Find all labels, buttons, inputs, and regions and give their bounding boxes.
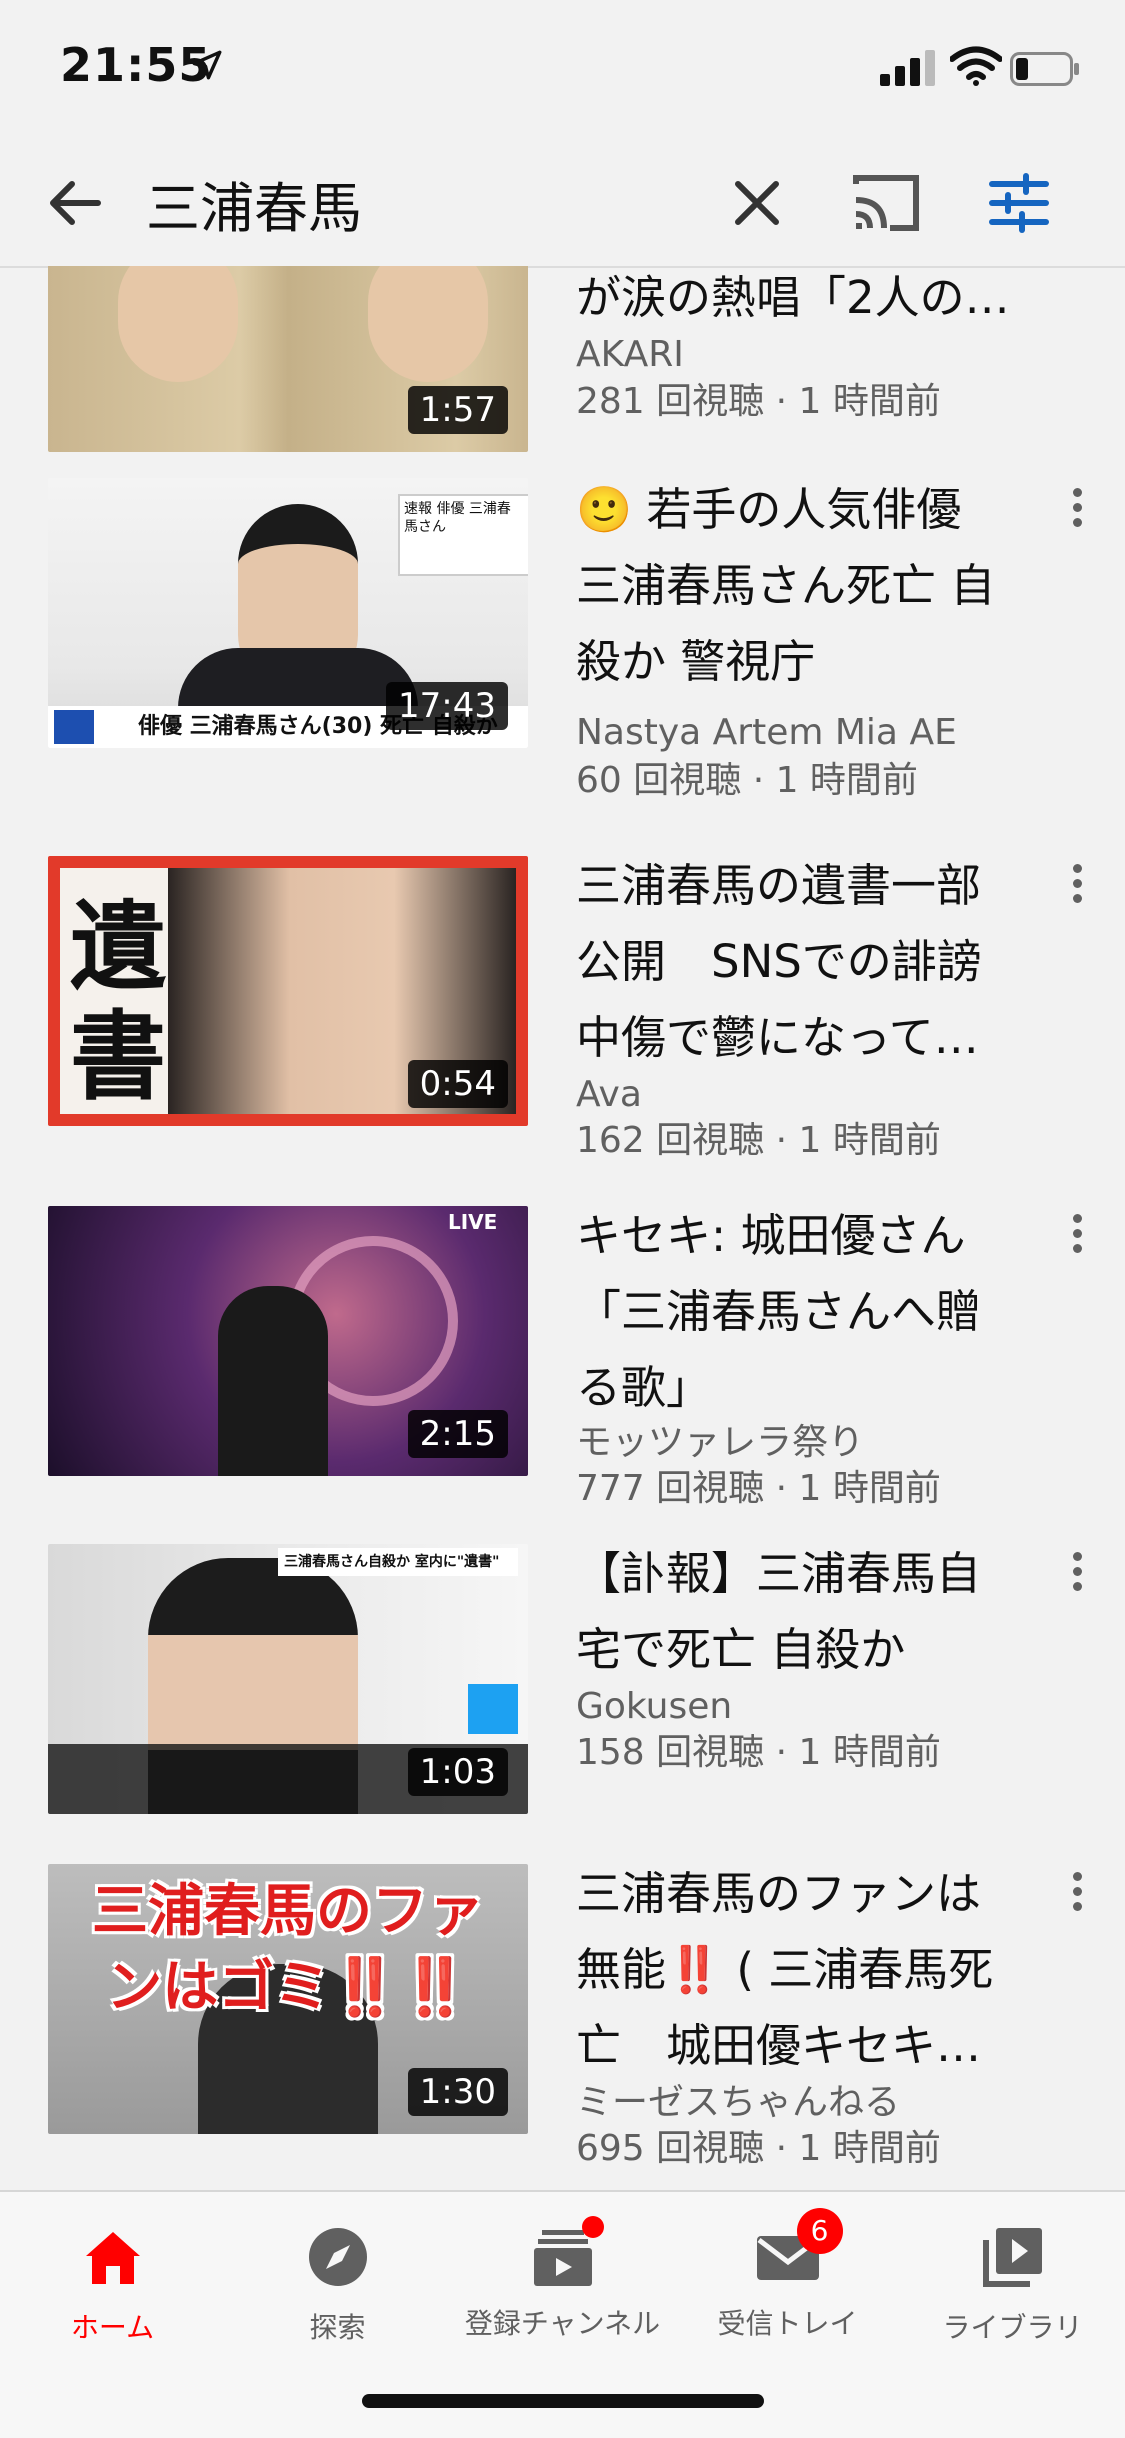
nav-home[interactable]: ホーム — [0, 2222, 225, 2346]
more-options-icon[interactable] — [1062, 1208, 1092, 1268]
nav-inbox[interactable]: 6 受信トレイ — [675, 2208, 900, 2342]
search-query-text[interactable]: 三浦春馬 — [146, 164, 362, 243]
video-title: が涙の熱唱「2人の… — [576, 271, 1010, 324]
video-meta: 281 回視聴 · 1 時間前 — [576, 381, 941, 422]
thumb-figure — [118, 266, 238, 382]
thumb-figure — [368, 266, 488, 382]
video-thumbnail[interactable]: 遺書 0:54 — [48, 856, 528, 1126]
video-meta: 695 回視聴 · 1 時間前 — [576, 2128, 941, 2169]
subscriptions-icon-wrap — [528, 2216, 604, 2292]
thumb-figure — [218, 1286, 328, 1476]
video-result[interactable]: 三浦春馬さん自殺か 室内に"遺書" 1:03 【訃報】三浦春馬自 宅で死亡 自殺… — [0, 1544, 1125, 1844]
video-duration: 1:30 — [407, 2068, 508, 2116]
video-duration: 1:57 — [407, 386, 508, 434]
status-time: 21:55 — [60, 38, 212, 92]
library-icon — [982, 2228, 1042, 2287]
nav-library-label: ライブラリ — [942, 2311, 1083, 2344]
video-title: 三浦春馬のファンは 無能‼️ ( 三浦春馬死 亡 城田優キセキ… — [576, 1867, 994, 2072]
more-options-icon[interactable] — [1062, 1546, 1092, 1606]
video-thumbnail[interactable]: 三浦春馬さん自殺か 室内に"遺書" 1:03 — [48, 1544, 528, 1814]
nav-home-label: ホーム — [70, 2311, 155, 2344]
video-title: 三浦春馬の遺書一部 公開 SNSでの誹謗 中傷で鬱になって… — [576, 859, 982, 1064]
video-thumbnail[interactable]: LIVE 2:15 — [48, 1206, 528, 1476]
twitter-logo — [468, 1684, 518, 1734]
status-bar: 21:55 — [0, 0, 1125, 140]
location-arrow-icon — [192, 50, 222, 80]
video-meta: 60 回視聴 · 1 時間前 — [576, 760, 918, 801]
battery-icon — [1010, 52, 1079, 86]
more-options-icon[interactable] — [1062, 1866, 1092, 1926]
video-meta: 162 回視聴 · 1 時間前 — [576, 1120, 941, 1161]
nav-explore-label: 探索 — [309, 2311, 366, 2344]
video-channel: Ava — [576, 1074, 642, 1115]
video-duration: 2:15 — [407, 1410, 508, 1458]
back-arrow-icon[interactable] — [40, 168, 110, 238]
search-header: 三浦春馬 — [0, 140, 1125, 268]
thumb-headline: 三浦春馬のファンはゴミ‼️‼️ — [92, 1879, 484, 2020]
video-result[interactable]: LIVE 2:15 キセキ: 城田優さん 「三浦春馬さんへ贈 る歌」 モッツァレ… — [0, 1206, 1125, 1546]
nav-subscriptions[interactable]: 登録チャンネル — [450, 2216, 675, 2342]
video-channel: Gokusen — [576, 1686, 733, 1727]
video-channel: モッツァレラ祭り — [576, 1422, 865, 1463]
video-thumbnail[interactable]: 1:57 — [48, 266, 528, 452]
video-channel: ミーゼスちゃんねる — [576, 2082, 901, 2123]
video-result[interactable]: 1:57 が涙の熱唱「2人の… AKARI 281 回視聴 · 1 時間前 — [0, 266, 1125, 452]
video-meta: 777 回視聴 · 1 時間前 — [576, 1468, 941, 1509]
wifi-icon — [950, 46, 1002, 86]
nav-inbox-label: 受信トレイ — [717, 2307, 858, 2340]
nav-library[interactable]: ライブラリ — [900, 2222, 1125, 2346]
video-channel: Nastya Artem Mia AE — [576, 712, 957, 753]
video-thumbnail[interactable]: 速報 俳優 三浦春馬さん 俳優 三浦春馬さん(30) 死亡 自殺か 17:43 — [48, 478, 528, 748]
video-result[interactable]: 遺書 0:54 三浦春馬の遺書一部 公開 SNSでの誹謗 中傷で鬱になって… A… — [0, 856, 1125, 1196]
more-options-icon[interactable] — [1062, 858, 1092, 918]
clear-search-icon[interactable] — [724, 170, 790, 236]
video-title: キセキ: 城田優さん 「三浦春馬さんへ贈 る歌」 — [576, 1209, 982, 1414]
video-title: 🙂 若手の人気俳優 三浦春馬さん死亡 自 殺か 警視庁 — [576, 483, 996, 688]
video-thumbnail[interactable]: 三浦春馬のファンはゴミ‼️‼️ 1:30 — [48, 1864, 528, 2134]
home-icon — [85, 2232, 140, 2284]
new-content-dot — [581, 2216, 604, 2238]
nav-subscriptions-label: 登録チャンネル — [464, 2307, 661, 2340]
video-result[interactable]: 三浦春馬のファンはゴミ‼️‼️ 1:30 三浦春馬のファンは 無能‼️ ( 三浦… — [0, 1864, 1125, 2184]
more-options-icon[interactable] — [1062, 482, 1092, 542]
search-results-list[interactable]: 1:57 が涙の熱唱「2人の… AKARI 281 回視聴 · 1 時間前 速報… — [0, 266, 1125, 2190]
thumb-headline: 三浦春馬さん自殺か 室内に"遺書" — [278, 1548, 518, 1576]
thumb-caption-box: 速報 俳優 三浦春馬さん — [398, 494, 528, 576]
cellular-signal-icon — [880, 50, 935, 86]
video-meta: 158 回視聴 · 1 時間前 — [576, 1732, 941, 1773]
video-result[interactable]: 速報 俳優 三浦春馬さん 俳優 三浦春馬さん(30) 死亡 自殺か 17:43 … — [0, 478, 1125, 818]
video-title: 【訃報】三浦春馬自 宅で死亡 自殺か — [576, 1547, 982, 1676]
video-duration: 0:54 — [407, 1060, 508, 1108]
inbox-icon-wrap: 6 — [753, 2208, 843, 2292]
home-indicator — [362, 2394, 764, 2408]
video-duration: 1:03 — [407, 1748, 508, 1796]
nav-explore[interactable]: 探索 — [225, 2222, 450, 2346]
filter-icon[interactable] — [986, 170, 1052, 236]
news-logo — [54, 710, 94, 744]
inbox-badge: 6 — [796, 2208, 843, 2254]
cast-icon[interactable] — [850, 170, 922, 236]
video-channel: AKARI — [576, 334, 684, 375]
compass-icon — [308, 2228, 367, 2286]
video-duration: 17:43 — [386, 682, 508, 730]
thumb-headline: 遺書 — [70, 890, 166, 1113]
live-label: LIVE — [448, 1210, 498, 1234]
